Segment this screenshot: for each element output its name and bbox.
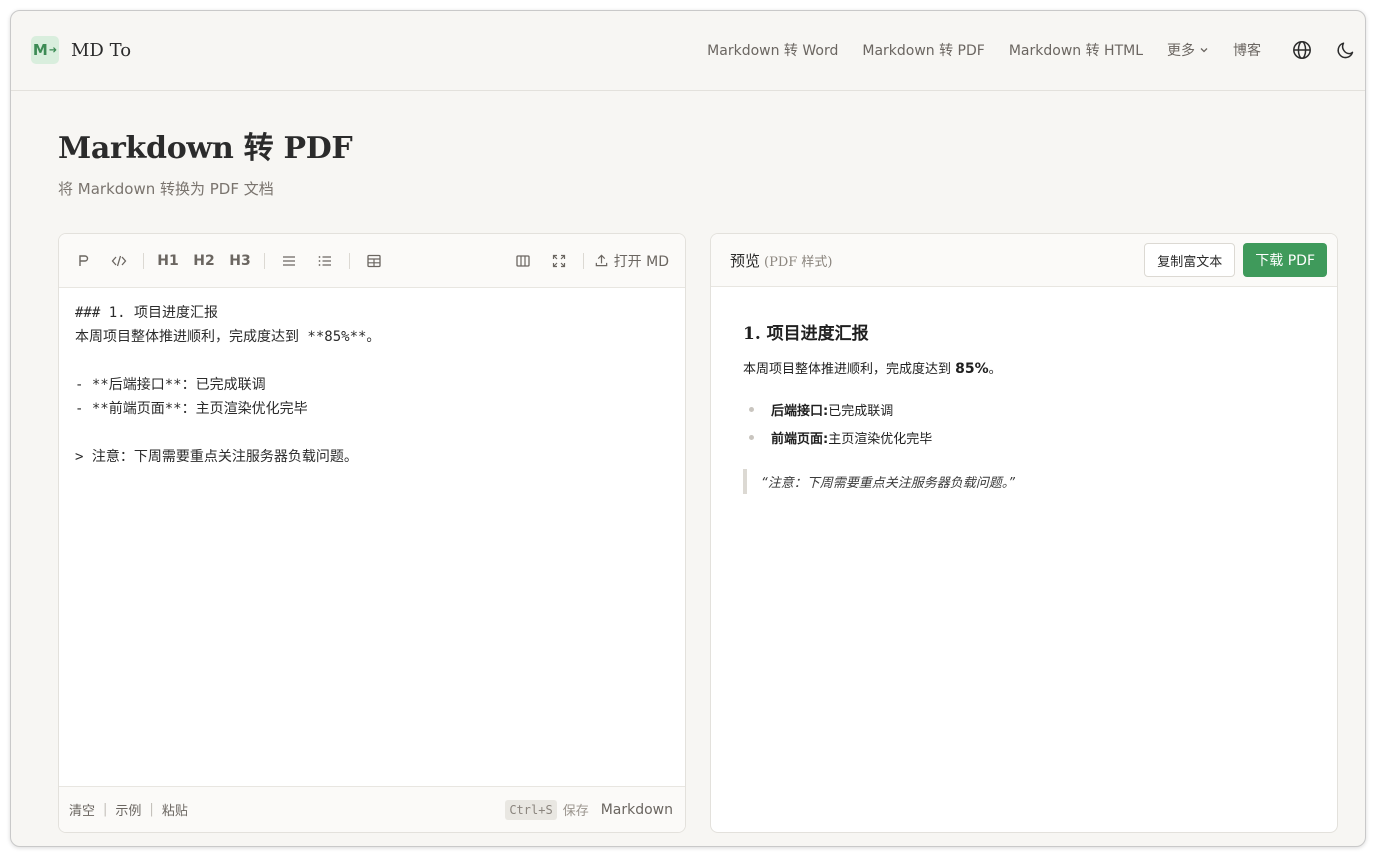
nav-link-md-to-pdf[interactable]: Markdown 转 PDF: [862, 40, 984, 60]
nav-link-blog[interactable]: 博客: [1233, 40, 1261, 60]
main-nav: Markdown 转 Word Markdown 转 PDF Markdown …: [707, 11, 1365, 89]
brand-logo[interactable]: M ➜ MD To: [31, 36, 131, 64]
nav-link-md-to-word[interactable]: Markdown 转 Word: [707, 40, 838, 60]
preview-blockquote: “注意：下周需要重点关注服务器负载问题。”: [743, 469, 1305, 494]
copy-rich-text-button[interactable]: 复制富文本: [1144, 243, 1236, 277]
heading-2-button[interactable]: H2: [190, 247, 218, 275]
preview-list: 后端接口: 已完成联调 前端页面: 主页渲染优化完毕: [743, 395, 1305, 451]
page-title: Markdown 转 PDF: [58, 131, 353, 166]
globe-icon[interactable]: [1291, 39, 1313, 61]
top-navbar: M ➜ MD To Markdown 转 Word Markdown 转 PDF …: [11, 11, 1365, 91]
upload-icon: [595, 254, 607, 267]
preview-header: 预览 (PDF 样式) 复制富文本 下载 PDF: [711, 234, 1337, 287]
nav-link-md-to-html[interactable]: Markdown 转 HTML: [1009, 40, 1143, 60]
heading-3-button[interactable]: H3: [226, 247, 254, 275]
preview-heading: 1. 项目进度汇报: [743, 324, 869, 344]
ordered-list-icon[interactable]: [311, 247, 339, 275]
editor-footer: 清空 | 示例 | 粘贴 Ctrl+S 保存 Markdown: [59, 786, 685, 832]
toolbar-divider: [143, 252, 144, 269]
clear-button[interactable]: 清空: [69, 800, 95, 819]
logo-icon: M ➜: [31, 36, 59, 64]
save-shortcut-key: Ctrl+S: [505, 799, 557, 820]
editor-panel: H1 H2 H3 打开 MD ### 1. 项目进度汇报 本周项目整体推进顺利，…: [58, 233, 686, 833]
markdown-editor[interactable]: ### 1. 项目进度汇报 本周项目整体推进顺利，完成度达到 **85%**。 …: [59, 288, 685, 786]
nav-more-dropdown[interactable]: 更多: [1167, 40, 1209, 60]
preview-panel: 预览 (PDF 样式) 复制富文本 下载 PDF 1. 项目进度汇报 本周项目整…: [710, 233, 1338, 833]
editor-toolbar: H1 H2 H3 打开 MD: [59, 234, 685, 288]
example-button[interactable]: 示例: [115, 800, 141, 819]
moon-icon[interactable]: [1335, 39, 1357, 61]
list-item: 前端页面: 主页渲染优化完毕: [743, 423, 1305, 451]
save-hint: 保存: [562, 804, 589, 819]
preview-paragraph: 本周项目整体推进顺利，完成度达到 85%。: [743, 361, 1002, 377]
list-item: 后端接口: 已完成联调: [743, 395, 1305, 423]
split-view-icon[interactable]: [509, 247, 537, 275]
preview-document: 1. 项目进度汇报 本周项目整体推进顺利，完成度达到 85%。 后端接口: 已完…: [711, 287, 1337, 832]
toolbar-divider: [349, 252, 350, 269]
download-pdf-button[interactable]: 下载 PDF: [1243, 243, 1327, 277]
nav-more-label: 更多: [1167, 43, 1195, 59]
paste-button[interactable]: 粘贴: [162, 800, 188, 819]
brand-name: MD To: [71, 39, 132, 61]
fullscreen-icon[interactable]: [545, 247, 573, 275]
bullet-icon: [749, 406, 754, 412]
toolbar-divider: [264, 252, 265, 269]
editor-mode-label: Markdown: [600, 801, 673, 818]
bullet-icon: [749, 434, 754, 440]
paragraph-icon[interactable]: [69, 247, 97, 275]
code-icon[interactable]: [105, 247, 133, 275]
app-window: M ➜ MD To Markdown 转 Word Markdown 转 PDF …: [10, 10, 1366, 847]
chevron-down-icon: [1200, 48, 1208, 53]
open-md-label: 打开 MD: [613, 253, 669, 270]
open-md-button[interactable]: 打开 MD: [594, 251, 669, 271]
preview-title-sub: (PDF 样式): [764, 254, 833, 270]
bullet-list-icon[interactable]: [275, 247, 303, 275]
preview-title: 预览: [730, 251, 761, 270]
heading-1-button[interactable]: H1: [154, 247, 182, 275]
toolbar-divider: [582, 252, 584, 269]
page-subtitle: 将 Markdown 转换为 PDF 文档: [58, 180, 274, 198]
table-icon[interactable]: [360, 247, 388, 275]
